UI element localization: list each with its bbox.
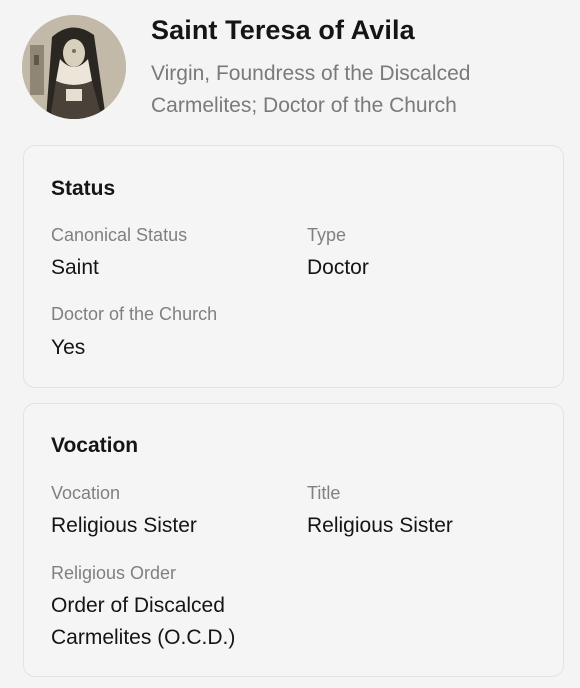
canonical-status-label: Canonical Status [51, 225, 188, 245]
portrait-image [22, 15, 126, 119]
vocation-value: Religious Sister [51, 514, 197, 537]
type-label: Type [307, 225, 347, 245]
profile-header: Saint Teresa of Avila Virgin, Foundress … [0, 0, 580, 140]
type-value: Doctor [307, 256, 369, 279]
status-section-title: Status [51, 177, 116, 200]
religious-order-label: Religious Order [51, 563, 177, 583]
canonical-status-value: Saint [51, 256, 99, 279]
doctor-of-church-label: Doctor of the Church [51, 304, 218, 324]
page-subtitle: Virgin, Foundress of the Discalced Carme… [151, 62, 471, 117]
page-title: Saint Teresa of Avila [151, 15, 415, 45]
vocation-card: Vocation Vocation Religious Sister Title… [23, 403, 564, 677]
title-value: Religious Sister [307, 514, 453, 537]
religious-order-value: Order of Discalced Carmelites (O.C.D.) [51, 594, 236, 649]
doctor-of-church-value: Yes [51, 336, 86, 359]
vocation-section-title: Vocation [51, 434, 139, 457]
vocation-label: Vocation [51, 483, 121, 503]
status-card: Status Canonical Status Saint Type Docto… [23, 145, 564, 388]
avatar [22, 15, 126, 119]
title-label: Title [307, 483, 341, 503]
